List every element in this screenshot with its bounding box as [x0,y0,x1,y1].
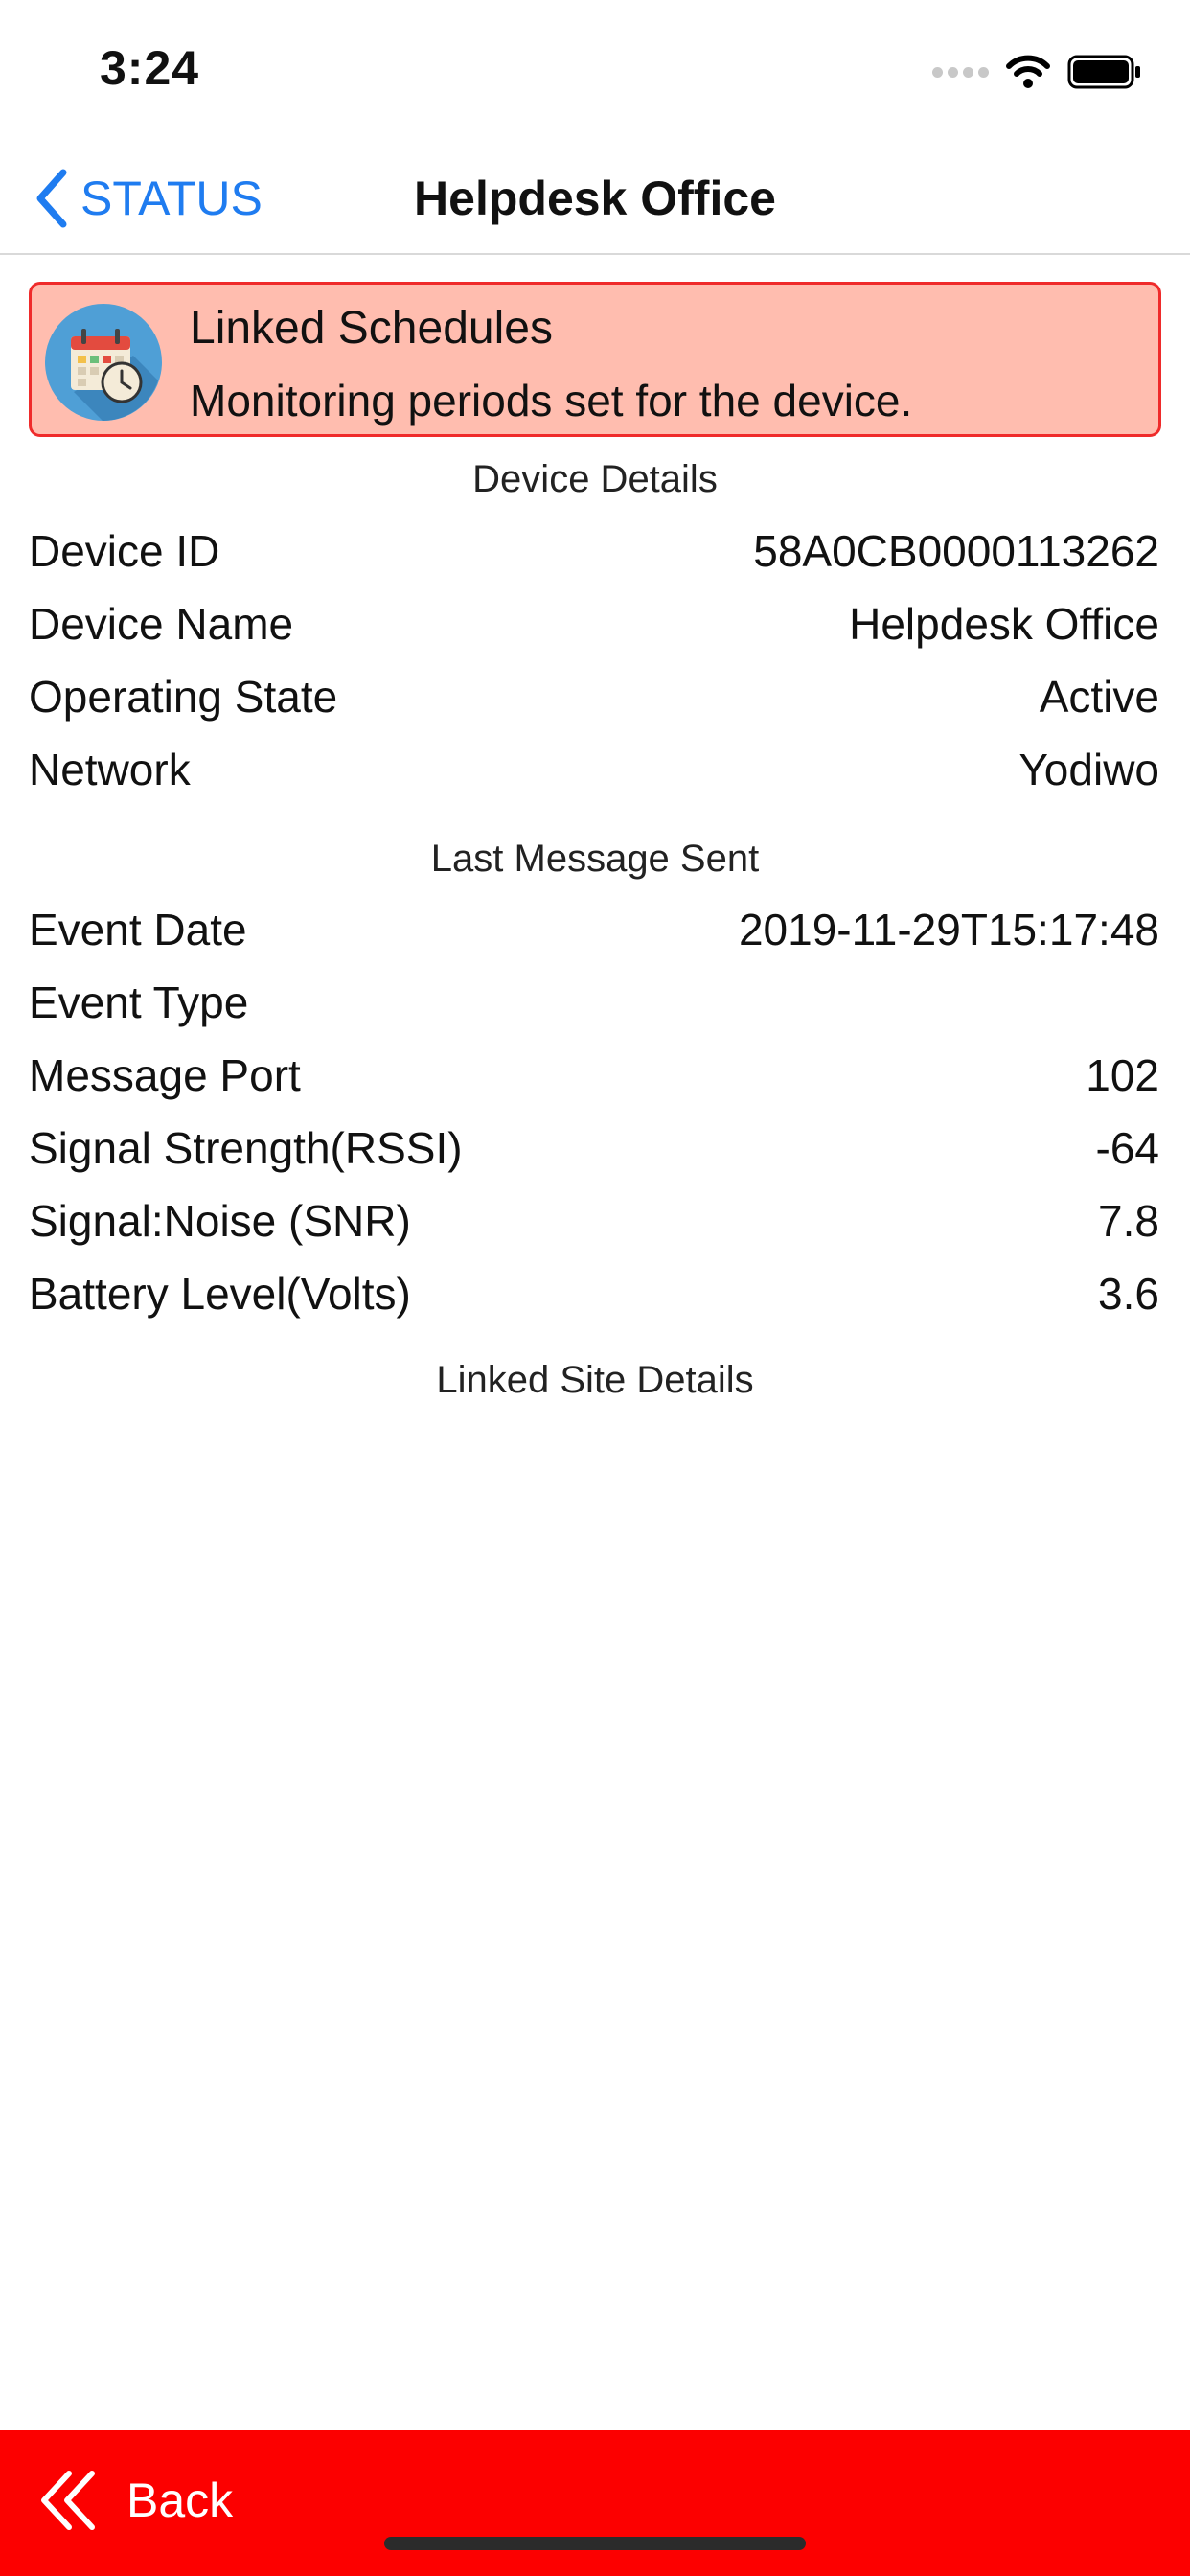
device-details-header: Device Details [472,458,718,500]
row-value: Helpdesk Office [849,599,1159,649]
battery-icon [1067,55,1140,89]
row-label: Event Type [29,978,249,1027]
wifi-icon [1006,55,1050,88]
banner-title: Linked Schedules [190,303,553,354]
event-date-row: Event Date 2019-11-29T15:17:48 [29,896,1159,963]
row-label: Operating State [29,672,338,722]
snr-row: Signal:Noise (SNR) 7.8 [29,1187,1159,1254]
row-value: Yodiwo [1018,745,1159,794]
banner-subtitle: Monitoring periods set for the device. [190,376,913,426]
event-type-row: Event Type [29,969,1159,1036]
nav-bar: STATUS Helpdesk Office [0,144,1190,255]
linked-schedules-banner[interactable]: Linked Schedules Monitoring periods set … [29,282,1161,437]
status-time: 3:24 [100,41,200,95]
row-label: Event Date [29,905,247,954]
row-value: 2019-11-29T15:17:48 [738,905,1159,954]
row-value: Active [1039,672,1159,722]
back-button[interactable]: Back [38,2457,233,2543]
double-chevron-left-icon [41,2471,95,2530]
row-label: Signal:Noise (SNR) [29,1196,411,1246]
row-label: Device Name [29,599,294,649]
message-port-row: Message Port 102 [29,1042,1159,1109]
home-indicator[interactable] [384,2537,806,2550]
device-id-row: Device ID 58A0CB0000113262 [29,518,1159,585]
rssi-row: Signal Strength(RSSI) -64 [29,1115,1159,1182]
back-button-label: Back [126,2473,234,2527]
row-label: Network [29,745,191,794]
row-value: 7.8 [1098,1196,1159,1246]
calendar-clock-icon [45,304,162,421]
row-value: 102 [1086,1050,1159,1100]
row-value: 3.6 [1098,1269,1159,1319]
status-icons [932,48,1142,96]
row-value: 58A0CB0000113262 [753,526,1159,576]
status-bar: 3:24 [0,0,1190,144]
last-message-header: Last Message Sent [430,838,760,880]
linked-site-header: Linked Site Details [436,1359,754,1401]
operating-state-row: Operating State Active [29,663,1159,730]
bottom-bar: Back [0,2430,1190,2576]
page-title: Helpdesk Office [414,172,776,225]
row-label: Signal Strength(RSSI) [29,1123,463,1173]
row-value: -64 [1095,1123,1159,1173]
row-label: Device ID [29,526,220,576]
device-name-row: Device Name Helpdesk Office [29,590,1159,657]
row-label: Battery Level(Volts) [29,1269,411,1319]
battery-level-row: Battery Level(Volts) 3.6 [29,1260,1159,1327]
network-row: Network Yodiwo [29,736,1159,803]
row-label: Message Port [29,1050,301,1100]
cellular-signal-icon [932,66,989,78]
